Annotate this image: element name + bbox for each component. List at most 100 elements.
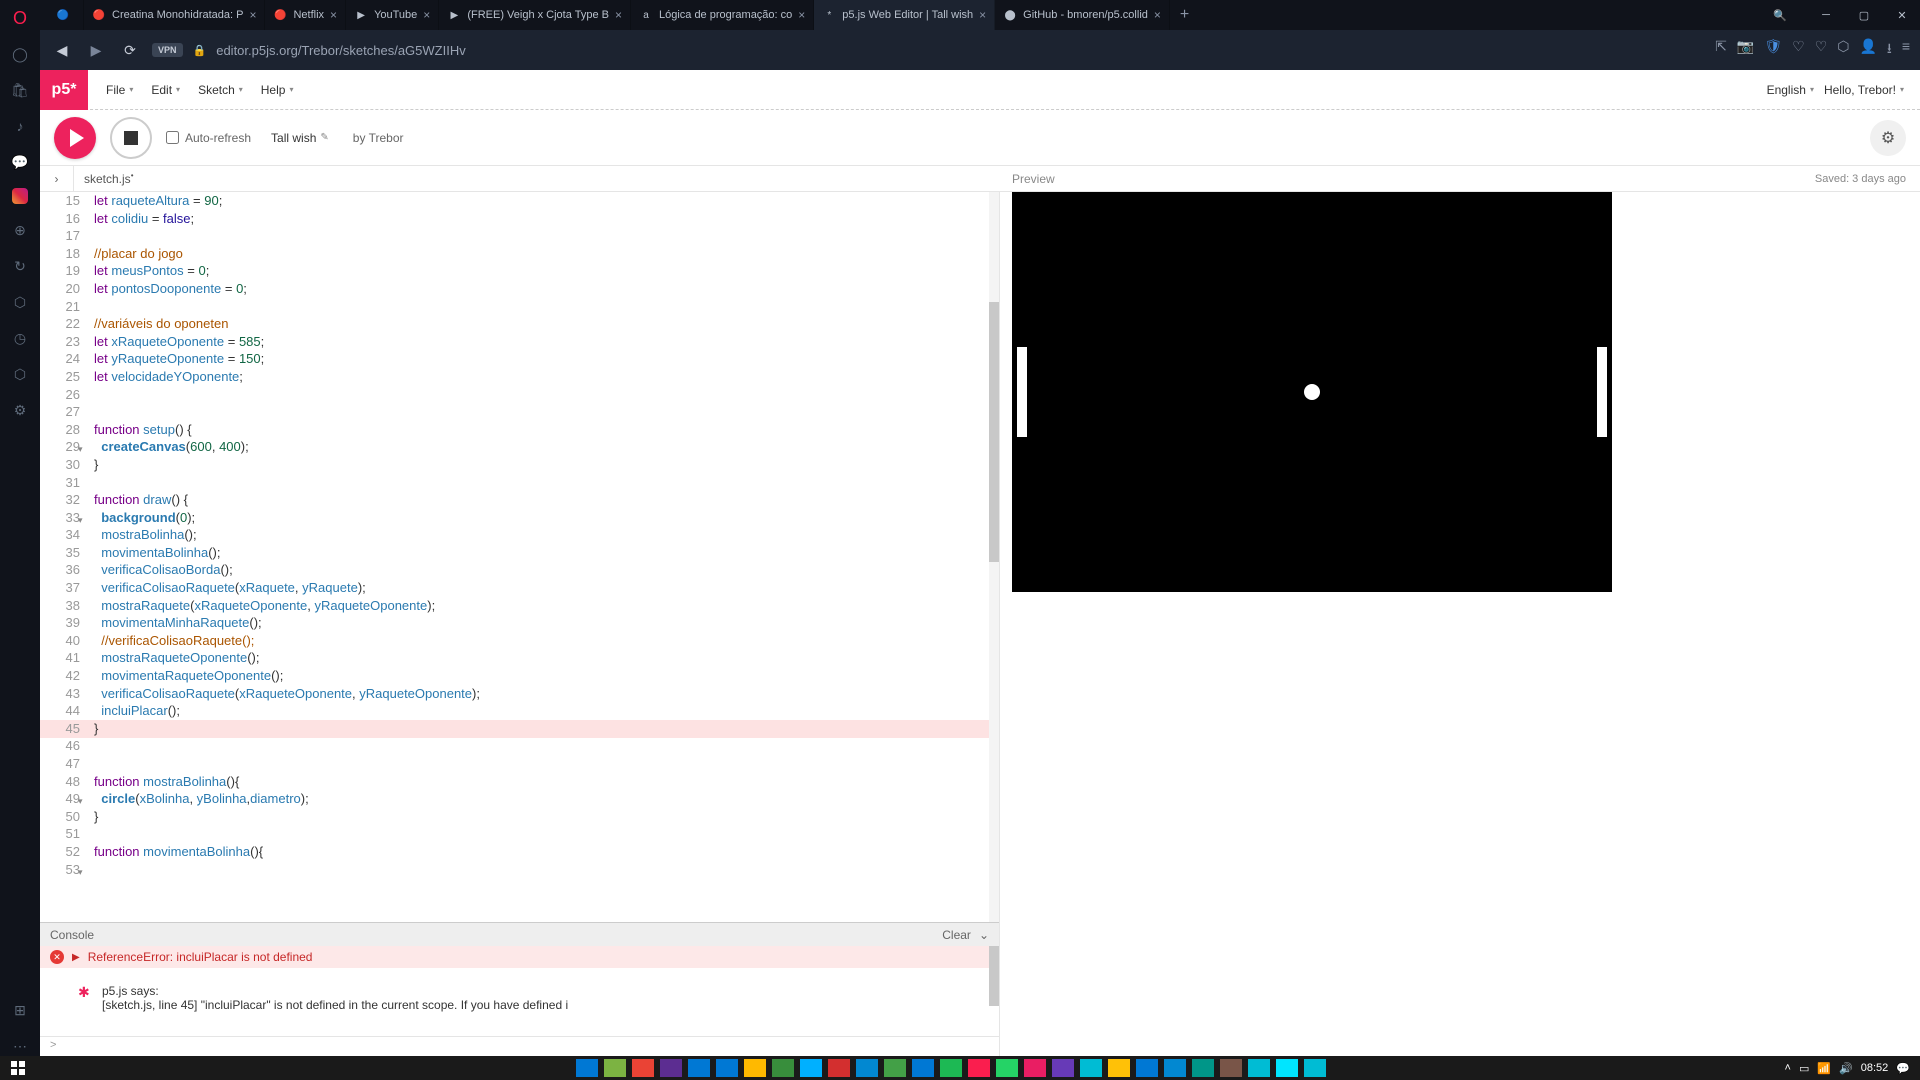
sidebar-chat-icon[interactable]: 💬 [10,152,30,172]
profile-icon[interactable]: 👤 [1859,38,1876,62]
sketch-name[interactable]: Tall wish ✎ [271,131,329,145]
tab-close-icon[interactable]: × [615,8,622,22]
fold-marker[interactable]: ▾ [78,441,83,459]
window-minimize-button[interactable]: ─ [1808,0,1844,30]
heart-icon[interactable]: ♡ [1815,38,1828,62]
tray-battery-icon[interactable]: ▭ [1799,1062,1809,1075]
menu-edit[interactable]: Edit [145,77,186,103]
forward-button[interactable]: ▶ [84,38,108,62]
browser-tab-1[interactable]: 🔴Creatina Monohidratada: P× [84,0,265,30]
send-to-flow-icon[interactable]: ⇱ [1715,38,1727,62]
user-menu[interactable]: Hello, Trebor! [1824,83,1904,97]
tray-notifications-icon[interactable]: 💬 [1896,1062,1910,1075]
fold-marker[interactable]: ▾ [78,864,83,882]
tray-expand-icon[interactable]: ˄ [1785,1062,1791,1074]
auto-refresh-toggle[interactable]: Auto-refresh [166,131,251,145]
pencil-icon[interactable]: ✎ [320,132,328,143]
tab-close-icon[interactable]: × [1154,8,1161,22]
taskbar-app-11[interactable] [884,1059,906,1077]
fold-marker[interactable]: ▾ [78,512,83,530]
taskbar-app-20[interactable] [1136,1059,1158,1077]
sidebar-music-icon[interactable]: ♪ [10,116,30,136]
tab-close-icon[interactable]: × [330,8,337,22]
browser-tab-3[interactable]: ▶YouTube× [346,0,439,30]
editor-scrollbar[interactable] [989,302,999,562]
console-prompt[interactable]: > [40,1036,999,1056]
sidebar-bottom-icon[interactable]: ⊞ [10,1000,30,1020]
browser-tab-6[interactable]: *p5.js Web Editor | Tall wish× [814,0,995,30]
window-maximize-button[interactable]: ▢ [1846,0,1882,30]
system-tray[interactable]: ˄ ▭ 📶 🔊 08:52 💬 [1785,1062,1920,1075]
console-scrollbar[interactable] [989,946,999,1006]
taskbar-app-19[interactable] [1108,1059,1130,1077]
tray-volume-icon[interactable]: 🔊 [1839,1062,1853,1075]
window-close-button[interactable]: ✕ [1884,0,1920,30]
p5-logo[interactable]: p5* [40,70,88,110]
browser-tab-0[interactable]: 🔵 [48,0,84,30]
taskbar-app-24[interactable] [1248,1059,1270,1077]
sidebar-bag-icon[interactable]: 🛍 [10,80,30,100]
opera-logo-icon[interactable]: O [10,8,30,28]
bookmark-icon[interactable]: ♡ [1792,38,1805,62]
sidebar-clock-icon[interactable]: ◷ [10,328,30,348]
taskbar-app-17[interactable] [1052,1059,1074,1077]
language-dropdown[interactable]: English [1767,83,1814,97]
code-editor[interactable]: 1516171819202122232425262728293031323334… [40,192,999,922]
tray-clock[interactable]: 08:52 [1861,1062,1889,1074]
taskbar-app-1[interactable] [604,1059,626,1077]
fold-marker[interactable]: ▾ [78,793,83,811]
taskbar-app-3[interactable] [660,1059,682,1077]
sidebar-settings-icon[interactable]: ⚙ [10,400,30,420]
start-button[interactable] [0,1056,36,1080]
play-button[interactable] [54,117,96,159]
taskbar-app-8[interactable] [800,1059,822,1077]
file-sidebar-toggle[interactable]: › [40,166,74,192]
easy-setup-icon[interactable]: ≡ [1902,38,1910,62]
taskbar-app-7[interactable] [772,1059,794,1077]
reload-button[interactable]: ⟳ [118,38,142,62]
download-icon[interactable]: ⭳ [1887,38,1892,62]
taskbar-app-10[interactable] [856,1059,878,1077]
taskbar-app-5[interactable] [716,1059,738,1077]
tab-close-icon[interactable]: × [249,8,256,22]
snapshot-icon[interactable]: 📷 [1737,38,1754,62]
taskbar-app-26[interactable] [1304,1059,1326,1077]
browser-tab-5[interactable]: aLógica de programação: co× [631,0,814,30]
stop-button[interactable] [110,117,152,159]
taskbar-app-22[interactable] [1192,1059,1214,1077]
sidebar-workspace-icon[interactable]: ◯ [10,44,30,64]
menu-file[interactable]: File [100,77,139,103]
instagram-icon[interactable] [12,188,28,204]
tab-close-icon[interactable]: × [423,8,430,22]
sidebar-downloads-icon[interactable]: ⬡ [10,364,30,384]
back-button[interactable]: ◀ [50,38,74,62]
console-collapse-icon[interactable]: ⌄ [979,928,989,942]
shield-icon[interactable]: 🛡 [1764,38,1782,62]
sidebar-history-icon[interactable]: ↻ [10,256,30,276]
settings-button[interactable]: ⚙ [1870,120,1906,156]
tab-close-icon[interactable]: × [979,8,986,22]
tab-search-icon[interactable]: 🔍 [1762,0,1798,30]
cube-icon[interactable]: ⬡ [1837,38,1849,62]
taskbar-app-9[interactable] [828,1059,850,1077]
taskbar-app-13[interactable] [940,1059,962,1077]
taskbar-app-0[interactable] [576,1059,598,1077]
sidebar-bookmarks-icon[interactable]: ⬡ [10,292,30,312]
new-tab-button[interactable]: + [1170,6,1199,24]
taskbar-app-2[interactable] [632,1059,654,1077]
taskbar-app-6[interactable] [744,1059,766,1077]
browser-tab-4[interactable]: ▶(FREE) Veigh x Cjota Type B× [439,0,631,30]
auto-refresh-checkbox[interactable] [166,131,179,144]
menu-sketch[interactable]: Sketch [192,77,249,103]
error-expand-icon[interactable]: ▶ [72,952,80,963]
tab-close-icon[interactable]: × [798,8,805,22]
lock-icon[interactable]: 🔒 [193,44,207,57]
taskbar-app-15[interactable] [996,1059,1018,1077]
url-field[interactable]: editor.p5js.org/Trebor/sketches/aG5WZIIH… [216,43,1705,58]
browser-tab-2[interactable]: 🔴Netflix× [265,0,346,30]
file-tab[interactable]: sketch.js• [74,171,144,186]
taskbar-app-12[interactable] [912,1059,934,1077]
tray-wifi-icon[interactable]: 📶 [1817,1062,1831,1075]
taskbar-app-21[interactable] [1164,1059,1186,1077]
taskbar-app-23[interactable] [1220,1059,1242,1077]
